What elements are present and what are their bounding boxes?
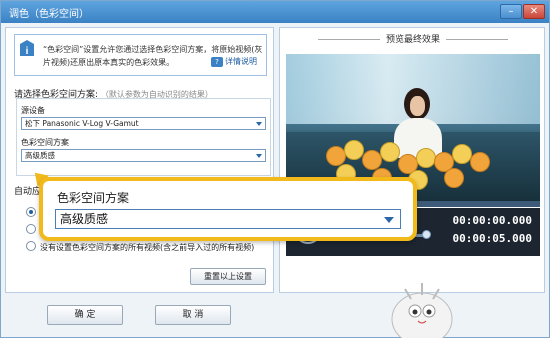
chevron-down-icon xyxy=(256,122,262,126)
preview-panel: 预览最终效果 00:00:00.000 00:00:05.000 xyxy=(279,27,545,293)
total-time: 00:00:05.000 xyxy=(452,232,532,245)
callout-select-value: 高级质感 xyxy=(60,212,109,226)
svg-text:i: i xyxy=(26,46,29,57)
auto-apply-option-2[interactable] xyxy=(26,224,36,234)
source-device-value: 松下 Panasonic V-Log V-Gamut xyxy=(25,119,139,128)
ok-button[interactable]: 确 定 xyxy=(47,305,123,325)
chevron-down-icon xyxy=(384,217,394,223)
cancel-button[interactable]: 取 消 xyxy=(155,305,231,325)
minimize-button[interactable]: – xyxy=(500,4,522,19)
toy-doll xyxy=(362,150,382,170)
scheme-group: 源设备 松下 Panasonic V-Log V-Gamut 色彩空间方案 高级… xyxy=(16,98,271,176)
reset-settings-button[interactable]: 重置以上设置 xyxy=(190,268,266,285)
callout-color-scheme-select[interactable]: 高级质感 xyxy=(55,209,401,229)
auto-apply-option-3[interactable] xyxy=(26,241,36,251)
callout-title: 色彩空间方案 xyxy=(57,191,130,205)
window-title: 调色（色彩空间） xyxy=(9,9,89,20)
auto-apply-option-1[interactable] xyxy=(26,207,36,217)
toy-doll xyxy=(344,140,364,160)
help-label: 详情说明 xyxy=(225,57,257,66)
info-box: i “色彩空间”设置允许您通过选择色彩空间方案，将原始视频(灰片视频)还原出原本… xyxy=(14,34,267,76)
toy-doll xyxy=(416,148,436,168)
source-device-select[interactable]: 松下 Panasonic V-Log V-Gamut xyxy=(21,117,266,130)
title-bar: 调色（色彩空间） – ✕ xyxy=(1,1,549,23)
color-scheme-label: 色彩空间方案 xyxy=(21,138,69,147)
toy-doll xyxy=(470,152,490,172)
close-button[interactable]: ✕ xyxy=(523,4,545,19)
current-time: 00:00:00.000 xyxy=(452,214,532,227)
toy-doll xyxy=(444,168,464,188)
color-scheme-callout: 色彩空间方案 高级质感 xyxy=(39,177,417,241)
mascot-illustration xyxy=(391,283,453,338)
volume-slider-handle[interactable] xyxy=(422,230,431,239)
toy-doll xyxy=(380,142,400,162)
close-icon: ✕ xyxy=(529,6,539,17)
chevron-down-icon xyxy=(256,154,262,158)
color-space-dialog: 调色（色彩空间） – ✕ i “色彩空间”设置允许您通过选择色彩空间方案，将原始… xyxy=(0,0,550,338)
color-scheme-value: 高级质感 xyxy=(25,151,55,160)
toy-doll xyxy=(326,146,346,166)
minimize-icon: – xyxy=(508,6,514,17)
info-icon: i xyxy=(20,40,34,57)
source-device-label: 源设备 xyxy=(21,106,45,115)
help-link[interactable]: ? 详情说明 xyxy=(211,56,257,67)
help-icon: ? xyxy=(211,56,223,67)
auto-apply-option-3-label: 没有设置色彩空间方案的所有视频(含之前导入过的所有视频) xyxy=(40,243,255,252)
video-person-face xyxy=(410,96,425,116)
preview-heading: 预览最终效果 xyxy=(280,32,546,45)
toy-doll xyxy=(452,144,472,164)
settings-panel: i “色彩空间”设置允许您通过选择色彩空间方案，将原始视频(灰片视频)还原出原本… xyxy=(5,27,274,293)
color-scheme-select[interactable]: 高级质感 xyxy=(21,149,266,162)
